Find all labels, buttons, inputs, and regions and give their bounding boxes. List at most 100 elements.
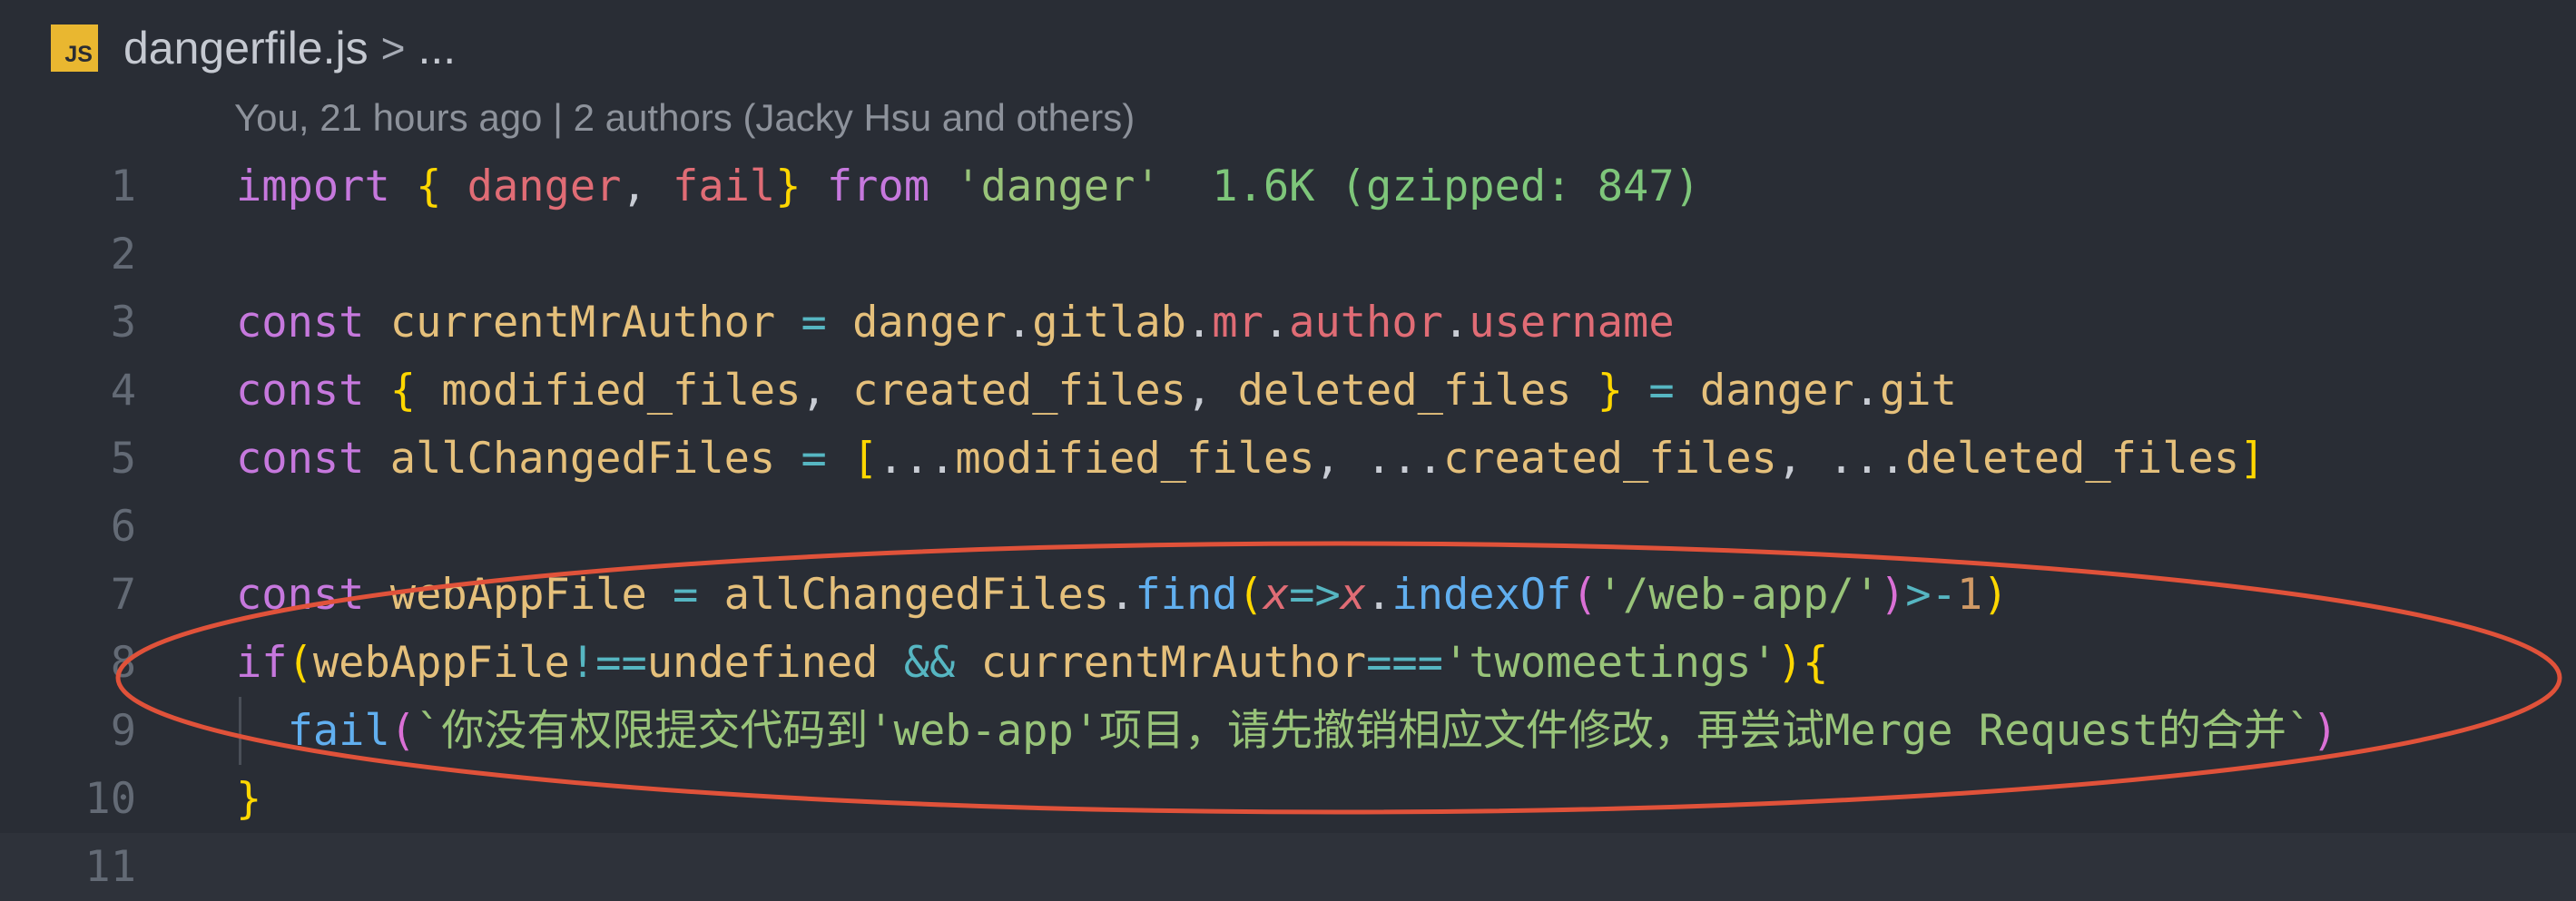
line-number: 11 (84, 842, 136, 892)
code-token: deleted_files (1905, 434, 2240, 484)
code-token: = (1648, 366, 1675, 416)
code-token: } (775, 162, 801, 211)
code-token: const (236, 298, 365, 348)
code-token: const (236, 366, 365, 416)
git-blame-codelens[interactable]: You, 21 hours ago | 2 authors (Jacky Hsu… (234, 96, 1135, 140)
code-token: from (826, 162, 930, 211)
line-number: 3 (110, 298, 136, 348)
code-line[interactable]: 10} (0, 765, 2576, 833)
code-token: ( (287, 638, 313, 688)
javascript-file-icon: JS (51, 24, 98, 72)
code-line[interactable]: 2 (0, 220, 2576, 289)
code-token: ) (1776, 638, 1804, 688)
code-editor[interactable]: 1 import { danger, fail} from 'danger' 1.… (0, 152, 2576, 901)
code-token: author (1289, 298, 1443, 348)
code-token: . (1853, 366, 1880, 416)
code-token: . (1366, 570, 1392, 620)
code-line[interactable]: 4 const { modified_files, created_files, … (0, 357, 2576, 425)
code-token: { (416, 162, 442, 211)
code-token: x (1263, 570, 1290, 620)
code-token: indexOf (1391, 570, 1572, 620)
breadcrumb-more[interactable]: ... (418, 22, 456, 74)
code-line[interactable]: 8 if(webAppFile!==undefined && currentMrA… (0, 629, 2576, 697)
code-token: gitlab (1032, 298, 1186, 348)
code-token: . (1006, 298, 1033, 348)
code-token: find (1135, 570, 1238, 620)
breadcrumb: JS dangerfile.js > ... (51, 9, 456, 87)
code-token: , ... (1314, 434, 1443, 484)
code-line[interactable]: 7 const webAppFile = allChangedFiles.find… (0, 561, 2576, 629)
code-token: undefined (646, 638, 879, 688)
code-text: const currentMrAuthor = danger.gitlab.mr… (236, 289, 1675, 357)
code-token: x (1340, 570, 1367, 620)
breadcrumb-file[interactable]: dangerfile.js (123, 22, 369, 74)
code-token: ) (2312, 706, 2338, 756)
code-token: import (236, 162, 390, 211)
code-token: . (1109, 570, 1136, 620)
code-token: if (236, 638, 288, 688)
code-text: const webAppFile = allChangedFiles.find(… (236, 561, 2008, 629)
code-token: => (1289, 570, 1341, 620)
code-token: >- (1905, 570, 1957, 620)
code-token: } (236, 774, 262, 824)
code-token: { (1803, 638, 1829, 688)
code-token: danger (1699, 366, 1854, 416)
code-token: = (801, 298, 827, 348)
code-token: } (1597, 366, 1624, 416)
code-token: ( (389, 706, 417, 756)
code-token: !== (569, 638, 647, 688)
code-line[interactable]: 1 import { danger, fail} from 'danger' 1.… (0, 152, 2576, 220)
code-token: danger (467, 162, 622, 211)
code-token: , (1185, 366, 1238, 416)
code-token: mr (1212, 298, 1263, 348)
code-token: fail (287, 706, 390, 756)
code-token: allChangedFiles (723, 570, 1110, 620)
code-token: modified_files (441, 366, 801, 416)
line-number: 8 (110, 638, 136, 688)
code-token: const (236, 434, 365, 484)
code-token: 'danger' (955, 162, 1161, 211)
code-text: if(webAppFile!==undefined && currentMrAu… (236, 629, 1828, 697)
code-text: const { modified_files, created_files, d… (236, 357, 1957, 425)
code-line[interactable]: 9 fail(`你没有权限提交代码到'web-app'项目，请先撤销相应文件修改… (0, 697, 2576, 765)
code-line[interactable]: 6 (0, 493, 2576, 561)
code-token: 'twomeetings' (1442, 638, 1777, 688)
code-text: fail(`你没有权限提交代码到'web-app'项目，请先撤销相应文件修改，再… (236, 697, 2338, 765)
code-token: 1.6K (gzipped: 847) (1212, 162, 1700, 211)
code-text: const allChangedFiles = [...modified_fil… (236, 425, 2265, 493)
code-line[interactable]: 5 const allChangedFiles = [...modified_fi… (0, 425, 2576, 493)
code-token: = (673, 570, 699, 620)
code-token: . (1263, 298, 1290, 348)
code-token: [ (852, 434, 879, 484)
code-token: currentMrAuthor (980, 638, 1367, 688)
code-line[interactable]: 3 const currentMrAuthor = danger.gitlab.m… (0, 289, 2576, 357)
code-token: allChangedFiles (389, 434, 776, 484)
line-number: 5 (110, 434, 136, 484)
code-token: . (1185, 298, 1213, 348)
code-token: && (903, 638, 956, 688)
code-line[interactable]: 11 (0, 833, 2576, 901)
line-number: 2 (110, 230, 136, 279)
code-token: webAppFile (389, 570, 647, 620)
code-token: fail (673, 162, 776, 211)
code-token: webAppFile (312, 638, 570, 688)
code-token: === (1366, 638, 1443, 688)
